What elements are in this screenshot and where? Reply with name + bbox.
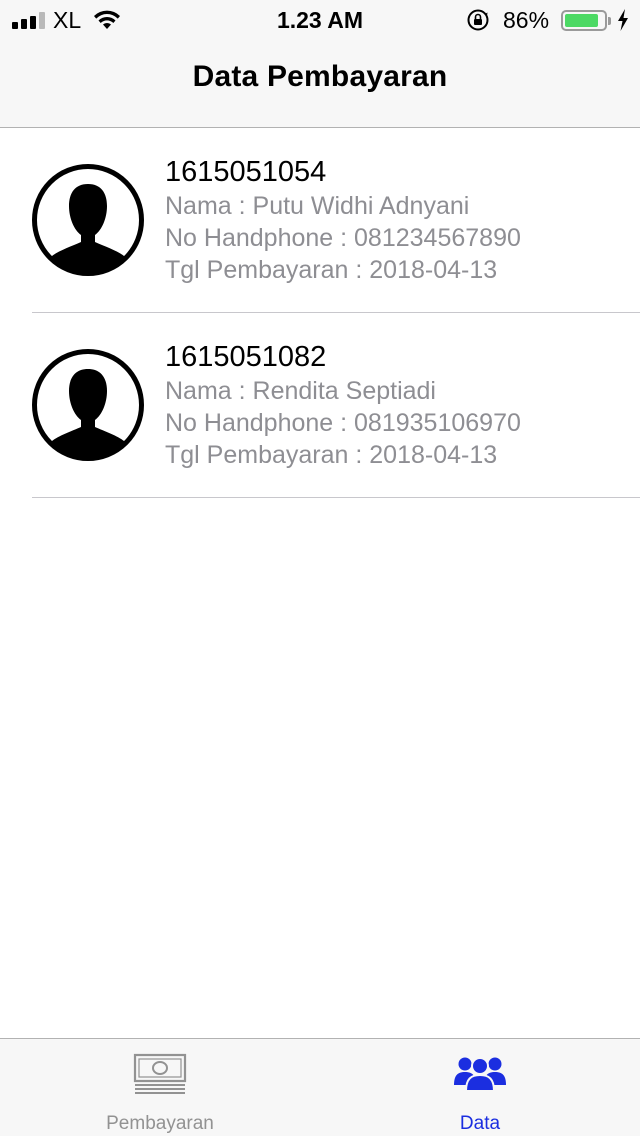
row-divider [32, 497, 640, 498]
list-item[interactable]: 1615051054 Nama : Putu Widhi Adnyani No … [0, 128, 640, 313]
top-bar: XL 1.23 AM 86% Data Pembayaran [0, 0, 640, 128]
charging-bolt-icon [617, 9, 629, 37]
phone-text: No Handphone : 081234567890 [165, 224, 521, 252]
money-bill-icon [0, 1053, 320, 1095]
person-silhouette-icon [32, 349, 144, 461]
payment-date-text: Tgl Pembayaran : 2018-04-13 [165, 256, 498, 284]
list-item[interactable]: 1615051082 Nama : Rendita Septiadi No Ha… [0, 313, 640, 498]
battery-icon [561, 10, 611, 31]
battery-fill [565, 14, 598, 27]
name-text: Nama : Rendita Septiadi [165, 377, 436, 405]
tab-label: Data [459, 1113, 501, 1134]
screen: XL 1.23 AM 86% Data Pembayaran 161505105… [0, 0, 640, 1136]
phone-text: No Handphone : 081935106970 [165, 409, 521, 437]
student-id: 1615051082 [165, 341, 327, 373]
tab-label: Pembayaran [106, 1113, 214, 1134]
status-bar: XL 1.23 AM 86% [0, 0, 640, 40]
battery-percent: 86% [503, 7, 550, 33]
person-silhouette-icon [32, 164, 144, 276]
people-group-icon [320, 1053, 640, 1093]
tab-pembayaran[interactable]: Pembayaran [0, 1039, 320, 1136]
payment-list: 1615051054 Nama : Putu Widhi Adnyani No … [0, 128, 640, 498]
name-text: Nama : Putu Widhi Adnyani [165, 192, 470, 220]
payment-date-text: Tgl Pembayaran : 2018-04-13 [165, 441, 498, 469]
page-title: Data Pembayaran [192, 60, 448, 93]
tab-data[interactable]: Data [320, 1039, 640, 1136]
student-id: 1615051054 [165, 156, 327, 188]
orientation-lock-icon [466, 8, 490, 38]
tab-bar: Pembayaran Data [0, 1038, 640, 1136]
